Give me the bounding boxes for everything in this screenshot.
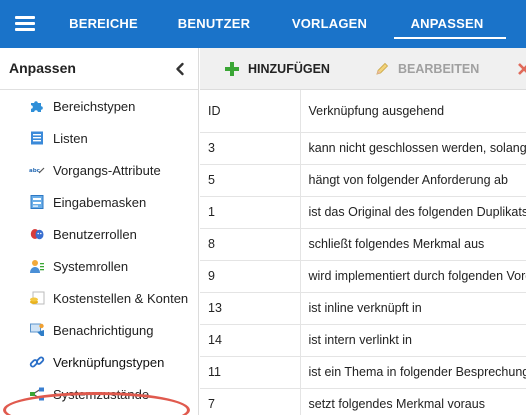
sidebar-item-verknuepfungstypen[interactable]: Verknüpfungstypen xyxy=(0,346,198,378)
sidebar-title: Anpassen xyxy=(9,60,76,76)
cell-link-outgoing: wird implementiert durch folgenden Vorga… xyxy=(300,260,526,293)
cell-link-outgoing: ist intern verlinkt in xyxy=(300,324,526,357)
hamburger-menu-icon[interactable] xyxy=(14,13,36,35)
tab-vorlagen[interactable]: VORLAGEN xyxy=(273,0,386,48)
list-icon xyxy=(31,131,43,145)
sidebar-item-label: Vorgangs-Attribute xyxy=(53,162,161,178)
app-window: BEREICHE BENUTZER VORLAGEN ANPASSEN Anpa… xyxy=(0,0,526,415)
sidebar-item-benutzerrollen[interactable]: Benutzerrollen xyxy=(0,218,198,250)
cell-link-outgoing: ist das Original des folgenden Duplikats xyxy=(300,196,526,229)
cell-id: 9 xyxy=(200,260,301,293)
delete-button[interactable] xyxy=(516,48,526,90)
sidebar-list: Bereichstypen Listen abc Vorgangs-Attrib… xyxy=(0,90,198,410)
abc-attribute-icon: abc xyxy=(29,167,45,174)
toolbar: HINZUFÜGEN BEARBEITEN xyxy=(200,48,526,90)
edit-button-label: BEARBEITEN xyxy=(398,62,480,76)
table-row[interactable]: 8 schließt folgendes Merkmal aus xyxy=(200,228,526,261)
cell-id: 11 xyxy=(200,356,301,389)
tab-anpassen[interactable]: ANPASSEN xyxy=(386,0,508,48)
cell-link-outgoing: schließt folgendes Merkmal aus xyxy=(300,228,526,261)
svg-text:abc: abc xyxy=(29,168,40,174)
main-content: HINZUFÜGEN BEARBEITEN ID Verknüpfung aus… xyxy=(200,48,526,415)
sidebar-item-label: Benachrichtigung xyxy=(53,322,154,338)
pencil-icon xyxy=(376,62,389,75)
table-row[interactable]: 9wird implementiert durch folgenden Vorg… xyxy=(200,260,526,293)
cell-link-outgoing: setzt folgendes Merkmal voraus xyxy=(300,388,526,415)
cell-link-outgoing: hängt von folgender Anforderung ab xyxy=(300,164,526,197)
sidebar-header: Anpassen xyxy=(0,48,198,90)
sidebar-item-label: Benutzerrollen xyxy=(53,226,137,242)
sidebar-item-label: Kostenstellen & Konten xyxy=(53,290,189,306)
tab-benutzer[interactable]: BENUTZER xyxy=(155,0,273,48)
add-button[interactable]: HINZUFÜGEN xyxy=(224,48,330,90)
cell-id: 5 xyxy=(200,164,301,197)
notification-icon xyxy=(30,323,44,336)
coins-icon xyxy=(30,291,45,305)
table-header-row: ID Verknüpfung ausgehend xyxy=(200,90,526,133)
cell-id: 7 xyxy=(200,388,301,415)
sidebar-item-vorgangs-attribute[interactable]: abc Vorgangs-Attribute xyxy=(0,154,198,186)
close-icon xyxy=(518,63,526,75)
column-header-id[interactable]: ID xyxy=(200,90,301,133)
cell-link-outgoing: kann nicht geschlossen werden, solange xyxy=(300,132,526,165)
plus-icon xyxy=(225,62,239,76)
sidebar-item-systemrollen[interactable]: Systemrollen xyxy=(0,250,198,282)
sidebar-item-bereichstypen[interactable]: Bereichstypen xyxy=(0,90,198,122)
sidebar-item-label: Listen xyxy=(53,130,88,146)
cell-id: 1 xyxy=(200,196,301,229)
sidebar-item-label: Eingabemasken xyxy=(53,194,147,210)
column-header-link-outgoing[interactable]: Verknüpfung ausgehend xyxy=(300,90,526,133)
masks-icon xyxy=(30,229,44,240)
sidebar-item-systemzustaende[interactable]: Systemzustände xyxy=(0,378,198,410)
sidebar: Anpassen Bereichstypen Listen abc Vorgan… xyxy=(0,48,199,415)
table-row[interactable]: 1 ist das Original des folgenden Duplikat… xyxy=(200,196,526,229)
table-row[interactable]: 5 hängt von folgender Anforderung ab xyxy=(200,164,526,197)
chevron-left-icon[interactable] xyxy=(172,60,188,78)
sidebar-item-eingabemasken[interactable]: Eingabemasken xyxy=(0,186,198,218)
table-row[interactable]: 7 setzt folgendes Merkmal voraus xyxy=(200,388,526,415)
link-types-table: ID Verknüpfung ausgehend 3 kann nicht ges… xyxy=(200,90,526,415)
tab-bereiche[interactable]: BEREICHE xyxy=(52,0,155,48)
cell-link-outgoing: ist ein Thema in folgender Besprechung xyxy=(300,356,526,389)
table-row[interactable]: 13 ist inline verknüpft in xyxy=(200,292,526,325)
sidebar-item-kostenstellen-konten[interactable]: Kostenstellen & Konten xyxy=(0,282,198,314)
cell-link-outgoing: ist inline verknüpft in xyxy=(300,292,526,325)
cell-id: 8 xyxy=(200,228,301,261)
sidebar-item-label: Verknüpfungstypen xyxy=(53,354,165,370)
network-icon xyxy=(30,387,44,401)
edit-button[interactable]: BEARBEITEN xyxy=(374,48,479,90)
sidebar-item-listen[interactable]: Listen xyxy=(0,122,198,154)
sidebar-item-label: Systemrollen xyxy=(53,258,129,274)
top-navigation-bar: BEREICHE BENUTZER VORLAGEN ANPASSEN xyxy=(0,0,526,48)
top-nav-tabs: BEREICHE BENUTZER VORLAGEN ANPASSEN xyxy=(52,0,508,48)
table-row[interactable]: 11 ist ein Thema in folgender Besprechung xyxy=(200,356,526,389)
link-icon xyxy=(29,356,45,368)
cell-id: 13 xyxy=(200,292,301,325)
table-row[interactable]: 14 ist intern verlinkt in xyxy=(200,324,526,357)
cell-id: 3 xyxy=(200,132,301,165)
puzzle-icon xyxy=(31,101,43,112)
table-row[interactable]: 3 kann nicht geschlossen werden, solange xyxy=(200,132,526,165)
sidebar-item-benachrichtigung[interactable]: Benachrichtigung xyxy=(0,314,198,346)
form-icon xyxy=(30,195,44,209)
add-button-label: HINZUFÜGEN xyxy=(248,62,330,76)
sidebar-item-label: Systemzustände xyxy=(53,386,150,402)
user-role-icon xyxy=(30,260,44,273)
cell-id: 14 xyxy=(200,324,301,357)
sidebar-item-label: Bereichstypen xyxy=(53,98,136,114)
